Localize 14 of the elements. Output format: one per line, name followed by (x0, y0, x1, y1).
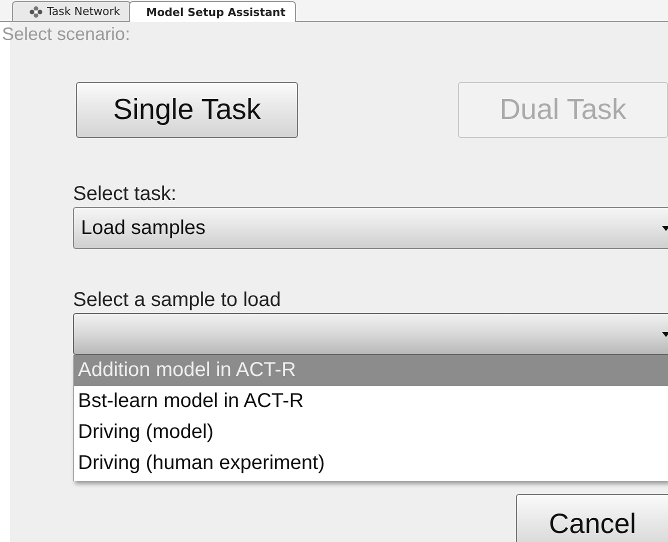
dropdown-option[interactable]: Driving (human experiment) (74, 448, 668, 479)
dropdown-option[interactable]: Bst-learn model in ACT-R (74, 386, 668, 417)
dropdown-arrow-icon (662, 332, 668, 336)
dropdown-arrow-icon (662, 226, 668, 230)
field-label: Select a sample to load (73, 289, 282, 313)
sample-dropdown[interactable] (73, 313, 668, 355)
field-label: Select task: (73, 183, 178, 207)
scenario-button[interactable]: Single Task (76, 82, 298, 138)
section-label: Select scenario: (2, 23, 132, 46)
tab[interactable]: Model Setup Assistant (129, 1, 296, 22)
cancel-button[interactable]: Cancel (516, 494, 668, 542)
tab[interactable]: Task Network (12, 1, 132, 21)
task-dropdown[interactable]: Load samples (73, 207, 668, 249)
dropdown-option[interactable]: Driving (model) (74, 417, 668, 448)
